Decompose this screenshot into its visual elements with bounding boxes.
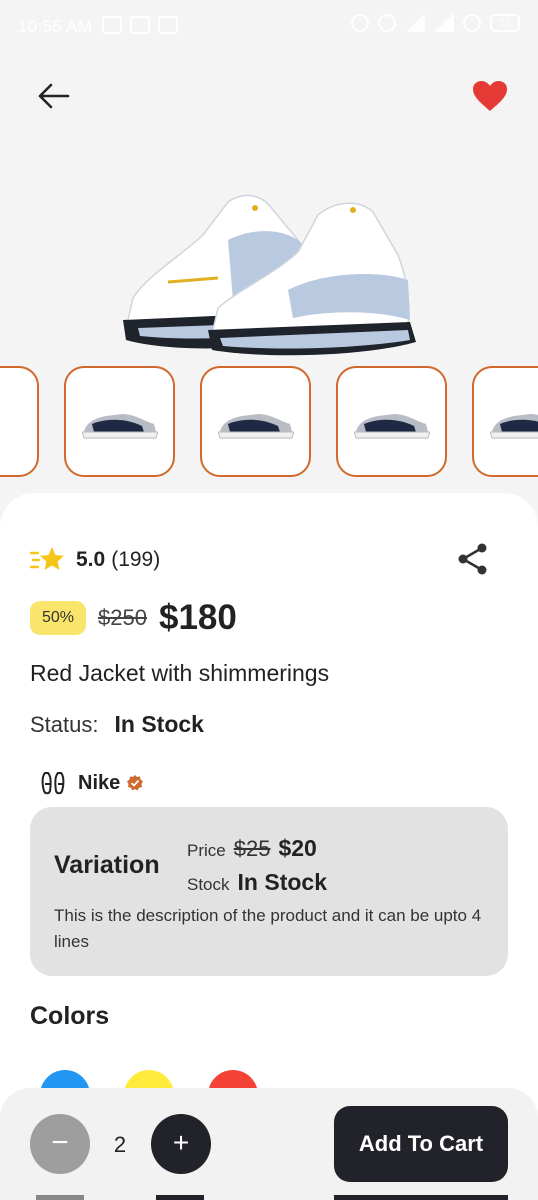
original-price: $250: [98, 605, 147, 630]
add-to-cart-button[interactable]: Add To Cart: [334, 1106, 508, 1182]
shoe-thumbnail-icon: [82, 414, 158, 439]
nav-indicator-middle: [156, 1195, 204, 1200]
quantity-decrease-button[interactable]: −: [30, 1114, 90, 1174]
app-notification-icon: [102, 16, 122, 34]
product-image: [108, 180, 428, 360]
stock-status-row: Status: In Stock: [30, 711, 204, 738]
gmail-icon: [130, 16, 150, 34]
rating-count: (199): [111, 548, 161, 571]
share-button[interactable]: [456, 542, 490, 576]
hotspot-icon: [378, 14, 396, 32]
colors-title: Colors: [30, 1002, 110, 1030]
variation-stock-value: In Stock: [237, 869, 327, 895]
nav-indicator-left: [36, 1195, 84, 1200]
thumbnail-carousel[interactable]: [0, 366, 538, 478]
star-icon: [30, 547, 64, 570]
status-time: 10:55 AM: [18, 17, 93, 36]
variation-sale-price: $20: [278, 835, 317, 861]
status-bar: 10:55 AM 52: [0, 0, 538, 56]
variation-stock-row: Stock In Stock: [187, 869, 327, 896]
battery-icon: 52: [490, 14, 520, 32]
thumbnail-2[interactable]: [200, 366, 311, 477]
verified-badge-icon: [127, 775, 144, 791]
variation-card: Variation Price $25 $20 Stock In Stock T…: [30, 807, 508, 976]
shoe-thumbnail-icon: [490, 414, 538, 439]
notification-icons: [102, 16, 178, 34]
rating-row: 5.0 (199): [30, 544, 160, 576]
nav-indicator-right: [334, 1195, 508, 1200]
variation-price-row: Price $25 $20: [187, 835, 317, 862]
variation-price-label: Price: [187, 841, 226, 860]
sale-price: $180: [158, 598, 237, 637]
thumbnail-1[interactable]: [64, 366, 175, 477]
variation-original-price: $25: [233, 836, 271, 861]
signal-icon-2: [434, 14, 454, 32]
arrow-left-icon: [38, 83, 70, 109]
variation-stock-label: Stock: [187, 875, 230, 894]
variation-description: This is the description of the product a…: [54, 906, 482, 951]
signal-icon: [405, 14, 425, 32]
product-title: Red Jacket with shimmerings: [30, 660, 330, 686]
share-icon: [458, 543, 487, 575]
alarm-icon: [351, 14, 369, 32]
favorite-button[interactable]: [472, 80, 508, 112]
stock-status-value: In Stock: [114, 711, 204, 737]
quantity-value: 2: [113, 1132, 127, 1157]
brand-name: Nike: [78, 771, 121, 794]
mail-icon: [158, 16, 178, 34]
brand-logo-icon: [41, 772, 65, 795]
heart-icon: [473, 81, 507, 111]
system-icons: 52: [351, 14, 520, 32]
back-button[interactable]: [34, 76, 74, 116]
warning-icon: [463, 14, 481, 32]
price-row: 50% $250 $180: [30, 598, 237, 638]
variation-title: Variation: [54, 851, 160, 879]
shoe-thumbnail-icon: [354, 414, 430, 439]
thumbnail-3[interactable]: [336, 366, 447, 477]
rating-value: 5.0: [76, 548, 106, 571]
thumbnail-4[interactable]: [472, 366, 538, 477]
sneakers-image: [123, 194, 416, 356]
discount-badge: 50%: [30, 601, 87, 635]
quantity-increase-button[interactable]: +: [151, 1114, 211, 1174]
thumbnail-0[interactable]: [0, 366, 39, 477]
shoe-thumbnail-icon: [218, 414, 294, 439]
stock-status-label: Status:: [30, 712, 99, 737]
brand-row[interactable]: Nike: [40, 768, 144, 798]
